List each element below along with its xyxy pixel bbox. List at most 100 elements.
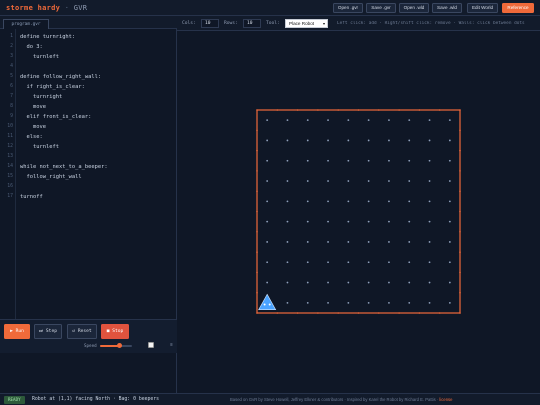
corner-dot [428, 220, 431, 223]
line-number: 10 [7, 124, 13, 129]
corner-dot [388, 261, 390, 264]
wall-post [337, 312, 339, 314]
wall-post [256, 129, 258, 132]
line-number: 8 [10, 104, 13, 109]
corner-dot [347, 200, 350, 203]
wall-post [256, 291, 258, 294]
wall-post [256, 312, 258, 314]
corner-dot [286, 139, 289, 142]
wall-post [357, 312, 360, 314]
corner-dot [408, 241, 411, 243]
corner-dot [347, 301, 350, 304]
editor-pane: program.gvr 1 2 3 4 5 6 7 8 9 10 11 12 13 14 15 16 17 de… [0, 16, 177, 393]
corner-dot [286, 119, 289, 122]
stop-label: Stop [112, 329, 124, 334]
code-line: move [20, 124, 46, 130]
corner-dot [306, 261, 309, 264]
corner-dot [388, 220, 390, 223]
speed-slider[interactable] [100, 343, 132, 348]
corner-dot [428, 241, 431, 243]
code-line: turnleft [20, 144, 59, 150]
wall-post [256, 190, 258, 192]
corner-dot [388, 301, 390, 304]
corner-dot [306, 200, 309, 203]
tool-select[interactable]: Place Robot ▾ [285, 19, 328, 28]
wall-post [256, 149, 258, 152]
corner-dot [347, 139, 350, 142]
line-number: 6 [10, 84, 13, 89]
corner-dot [286, 281, 289, 284]
corner-dot [448, 261, 451, 264]
line-number: 2 [10, 44, 13, 49]
file-tab[interactable]: program.gvr [3, 19, 49, 29]
corner-dot [367, 301, 370, 304]
corner-dot [367, 159, 370, 162]
wall-post [459, 271, 461, 274]
corner-dot [266, 241, 269, 243]
reset-button[interactable]: ↺ Reset [67, 324, 97, 339]
status-badge: READY [4, 396, 25, 404]
code-line: else: [20, 134, 43, 140]
rows-input[interactable]: 10 [243, 19, 261, 28]
wall-post [378, 109, 380, 111]
trace-checkbox[interactable] [148, 342, 154, 348]
corner-dot [266, 119, 269, 122]
wall-post [459, 109, 461, 111]
corner-dot [347, 281, 350, 284]
line-number: 9 [10, 114, 13, 119]
stop-button[interactable]: ■ Stop [101, 324, 129, 339]
speed-slider-knob[interactable] [116, 343, 122, 348]
corner-dot [428, 159, 431, 162]
wall-post [256, 251, 258, 253]
code-line: turnleft [20, 54, 59, 60]
line-number: 16 [7, 184, 13, 189]
wall-post [438, 109, 441, 111]
corner-dot [286, 261, 289, 264]
corner-dot [428, 180, 431, 182]
wall-post [357, 109, 360, 111]
world-view[interactable] [177, 31, 540, 393]
corner-dot [428, 200, 431, 203]
corner-dot [428, 261, 431, 264]
corner-dot [306, 281, 309, 284]
corner-dot [286, 200, 289, 203]
cols-input[interactable]: 10 [201, 19, 219, 28]
editor-tab-bar: program.gvr [0, 16, 177, 29]
license-link[interactable]: license [439, 397, 452, 402]
corner-dot [448, 180, 451, 182]
reference-button[interactable]: Reference [502, 3, 534, 13]
corner-dot [428, 119, 431, 122]
open-wld-button[interactable]: Open .wld [399, 3, 429, 13]
code-line: turnoff [20, 194, 43, 200]
wall-post [459, 129, 461, 132]
corner-dot [408, 139, 411, 142]
code-line: define turnright: [20, 34, 76, 40]
line-number: 4 [10, 64, 13, 69]
corner-dot [367, 180, 370, 182]
line-number: 3 [10, 54, 13, 59]
corner-dot [347, 261, 350, 264]
edit-world-button[interactable]: Edit World [467, 3, 498, 13]
corner-dot [448, 301, 451, 304]
wall-post [459, 210, 461, 213]
wall-post [256, 231, 258, 233]
step-button[interactable]: ⏭ Step [34, 324, 62, 339]
corner-dot [388, 200, 390, 203]
wall-post [459, 291, 461, 294]
corner-dot [448, 220, 451, 223]
world-canvas[interactable] [177, 31, 540, 393]
save-wld-button[interactable]: Save .wld [432, 3, 462, 13]
save-gvr-button[interactable]: Save .gvr [366, 3, 396, 13]
run-button[interactable]: ▶ Run [4, 324, 30, 339]
line-number-gutter: 1 2 3 4 5 6 7 8 9 10 11 12 13 14 15 16 17 [0, 29, 16, 319]
app-subtitle: GVR [73, 4, 88, 12]
corner-dot [347, 180, 350, 182]
wall-post [256, 271, 258, 274]
app-brand: storme hardy · GVR [6, 4, 87, 12]
corner-dot [408, 180, 411, 182]
wall-post [459, 149, 461, 152]
corner-dot [367, 119, 370, 122]
corner-dot [347, 159, 350, 162]
open-gvr-button[interactable]: Open .gvr [333, 3, 363, 13]
line-number: 11 [7, 134, 13, 139]
